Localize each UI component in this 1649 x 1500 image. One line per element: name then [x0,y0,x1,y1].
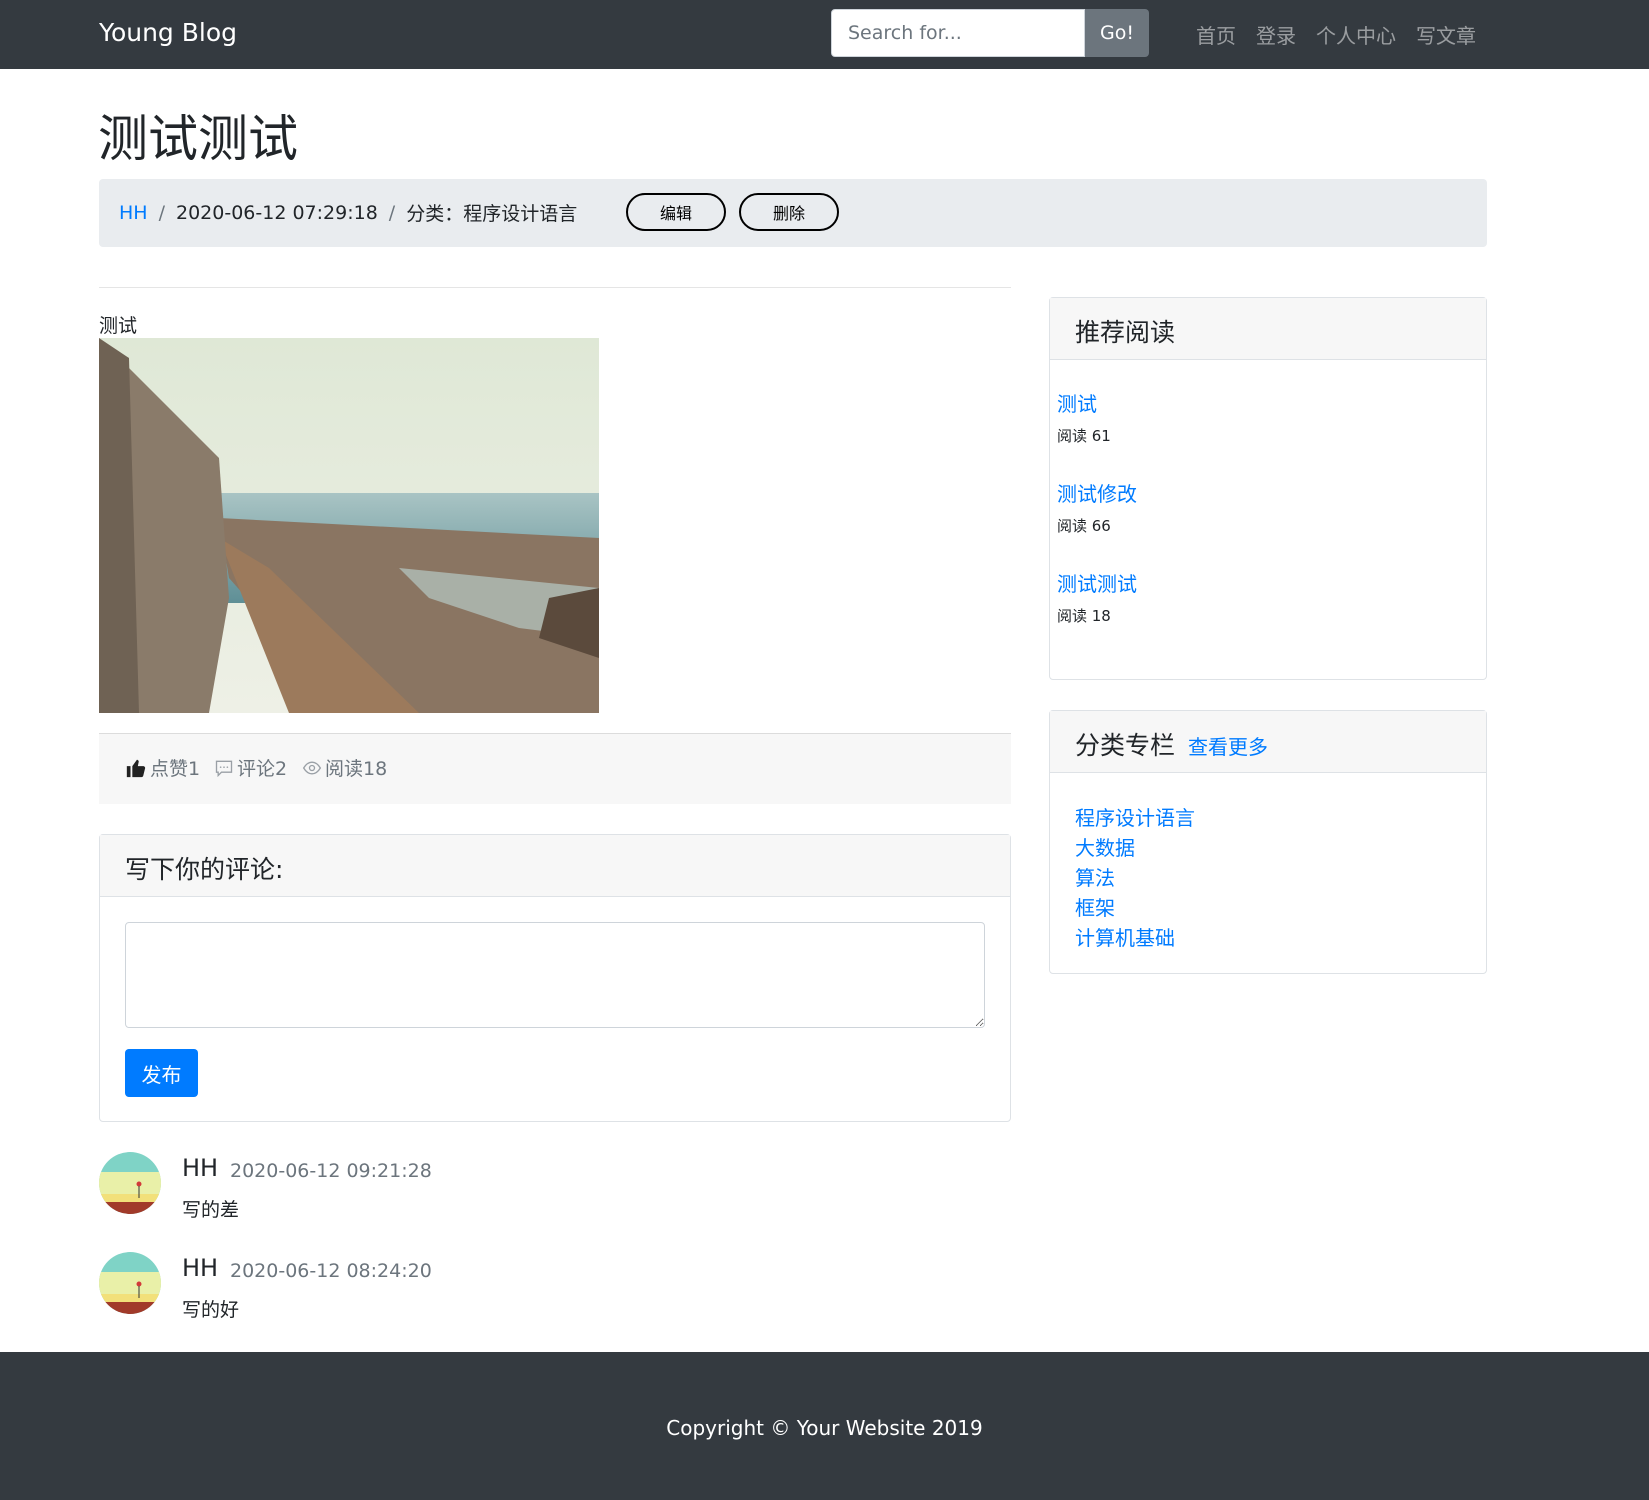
recommend-item-reads: 阅读 18 [1057,607,1111,625]
breadcrumb-separator: / [388,201,396,224]
top-navbar: Young Blog Go! 首页 登录 个人中心 写文章 [0,0,1649,69]
breadcrumb-separator: / [158,201,165,224]
recommend-item: 测试修改 阅读 66 [1057,478,1137,536]
comment-icon [215,760,233,777]
recommend-item-reads: 阅读 61 [1057,427,1111,445]
like-stat[interactable]: 点赞1 [125,754,200,781]
eye-icon [302,760,322,775]
view-more-link[interactable]: 查看更多 [1188,731,1268,760]
category-card: 分类专栏 查看更多 程序设计语言 大数据 算法 框架 计算机基础 [1049,710,1487,974]
post-image [99,338,599,713]
post-body-text: 测试 [99,315,138,337]
nav-link-home[interactable]: 首页 [1196,20,1236,49]
recommend-item-link[interactable]: 测试修改 [1057,478,1137,507]
comment-text: 写的差 [182,1199,240,1221]
brand-logo[interactable]: Young Blog [99,18,237,47]
category-item[interactable]: 算法 [1075,863,1195,893]
search-group: Go! [831,9,1149,57]
read-count: 阅读18 [325,758,388,780]
recommend-card: 推荐阅读 测试 阅读 61 测试修改 阅读 66 测试测试 阅读 18 [1049,297,1487,680]
nav-links: 首页 登录 个人中心 写文章 [1196,20,1476,49]
category-title: 分类专栏 [1075,731,1176,760]
category-item[interactable]: 大数据 [1075,833,1195,863]
comment-form-card: 写下你的评论: 发布 [99,834,1011,1122]
nav-link-login[interactable]: 登录 [1256,20,1296,49]
nav-link-write[interactable]: 写文章 [1416,20,1476,49]
comment-text: 写的好 [182,1299,240,1321]
category-item[interactable]: 框架 [1075,893,1195,923]
avatar[interactable] [99,1152,161,1214]
publish-button[interactable]: 发布 [125,1049,198,1097]
recommend-item-link[interactable]: 测试 [1057,388,1111,417]
comment-textarea[interactable] [125,922,985,1028]
comment-count: 评论2 [237,758,288,780]
comment-author: HH [182,1254,219,1282]
post-datetime: 2020-06-12 07:29:18 [175,201,378,224]
delete-button[interactable]: 删除 [739,193,839,231]
comment-form-title: 写下你的评论: [100,835,1010,897]
read-stat: 阅读18 [302,754,387,781]
search-button[interactable]: Go! [1085,9,1149,57]
post-stats-bar: 点赞1 评论2 阅读18 [99,733,1011,804]
recommend-item-reads: 阅读 66 [1057,517,1111,535]
content-divider [99,287,1011,288]
search-input[interactable] [831,9,1085,57]
category-item[interactable]: 程序设计语言 [1075,803,1195,833]
recommend-item: 测试测试 阅读 18 [1057,568,1137,626]
category-list: 程序设计语言 大数据 算法 框架 计算机基础 [1075,803,1195,953]
recommend-title: 推荐阅读 [1075,318,1176,347]
category-card-header: 分类专栏 查看更多 [1050,711,1486,773]
thumbs-up-icon [126,759,146,777]
edit-button[interactable]: 编辑 [626,193,726,231]
avatar[interactable] [99,1252,161,1314]
footer: Copyright © Your Website 2019 [0,1352,1649,1500]
category-item[interactable]: 计算机基础 [1075,923,1195,953]
copyright-text: Copyright © Your Website 2019 [666,1416,983,1440]
nav-link-profile[interactable]: 个人中心 [1316,20,1396,49]
page-title: 测试测试 [98,110,298,168]
breadcrumb: HH / 2020-06-12 07:29:18 / 分类：程序设计语言 [119,199,577,226]
recommend-item: 测试 阅读 61 [1057,388,1111,446]
like-count: 点赞1 [150,758,201,780]
recommend-card-header: 推荐阅读 [1050,298,1486,360]
recommend-item-link[interactable]: 测试测试 [1057,568,1137,597]
post-meta-bar: HH / 2020-06-12 07:29:18 / 分类：程序设计语言 编辑 … [99,179,1487,247]
comment-author: HH [182,1154,219,1182]
author-link[interactable]: HH [119,202,148,224]
comment-time: 2020-06-12 08:24:20 [230,1260,432,1282]
comment-stat[interactable]: 评论2 [214,754,287,781]
post-category: 分类：程序设计语言 [406,203,578,225]
comment-time: 2020-06-12 09:21:28 [230,1160,432,1182]
